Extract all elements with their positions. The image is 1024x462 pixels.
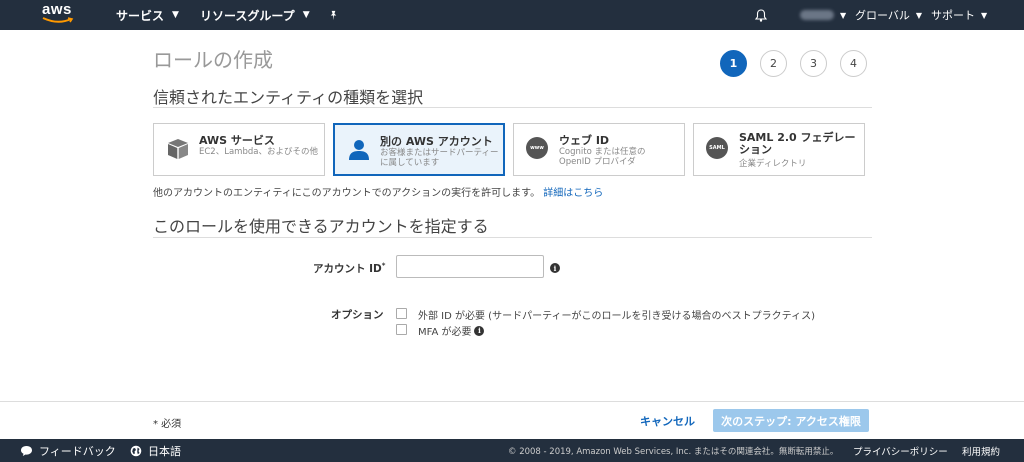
cancel-button[interactable]: キャンセル — [640, 413, 695, 429]
learn-more-link[interactable]: 詳細はこちら — [543, 188, 603, 199]
card-title: 別の AWS アカウント — [380, 135, 493, 148]
aws-smile-icon — [42, 17, 74, 23]
region-menu[interactable]: グローバル ▼ — [855, 0, 922, 30]
footer: フィードバック 日本語 © 2008 - 2019, Amazon Web Se… — [0, 439, 1024, 462]
helper-text: 他のアカウントのエンティティにこのアカウントでのアクションの実行を許可します。 … — [153, 184, 603, 199]
services-menu[interactable]: サービス ▼ — [116, 0, 179, 30]
divider — [153, 237, 872, 238]
feedback-label: フィードバック — [39, 444, 116, 458]
chevron-down-icon: ▼ — [172, 10, 179, 20]
require-external-id-checkbox[interactable] — [396, 308, 407, 319]
bell-icon — [755, 8, 767, 22]
card-title: AWS サービス — [199, 134, 275, 147]
require-mfa-checkbox[interactable] — [396, 324, 407, 335]
account-name-redacted — [800, 10, 834, 20]
globe-icon — [130, 445, 142, 456]
require-mfa-label: MFA が必要 i — [418, 323, 485, 338]
chevron-down-icon: ▼ — [840, 10, 847, 20]
entity-type-cards: AWS サービス EC2、Lambda、およびその他 別の AWS アカウント … — [153, 123, 865, 176]
card-description: EC2、Lambda、およびその他 — [199, 147, 318, 157]
require-mfa-text: MFA が必要 — [418, 327, 472, 338]
notifications-button[interactable] — [755, 0, 767, 30]
step-2[interactable]: 2 — [760, 50, 787, 77]
resource-groups-label: リソースグループ — [200, 8, 295, 23]
privacy-policy-link[interactable]: プライバシーポリシー — [853, 439, 948, 462]
helper-description: 他のアカウントのエンティティにこのアカウントでのアクションの実行を許可します。 — [153, 188, 541, 199]
region-label: グローバル — [855, 9, 910, 22]
next-permissions-button[interactable]: 次のステップ: アクセス権限 — [713, 409, 869, 432]
account-menu[interactable]: ▼ — [800, 0, 846, 30]
account-id-input[interactable] — [396, 255, 544, 278]
card-web-identity[interactable]: www ウェブ ID Cognito または任意の OpenID プロバイダ — [513, 123, 685, 176]
card-description: 企業ディレクトリ — [739, 159, 807, 169]
copyright-text: © 2008 - 2019, Amazon Web Services, Inc.… — [508, 446, 839, 457]
step-1[interactable]: 1 — [720, 50, 747, 77]
page-title: ロールの作成 — [153, 48, 273, 72]
required-mark: * — [381, 261, 386, 270]
resource-groups-menu[interactable]: リソースグループ ▼ — [200, 0, 310, 30]
card-another-aws-account[interactable]: 別の AWS アカウント お客様またはサードパーティーに属しています — [333, 123, 505, 176]
card-saml-federation[interactable]: SAML SAML 2.0 フェデレーション 企業ディレクトリ — [693, 123, 865, 176]
divider — [153, 107, 872, 108]
web-id-icon: www — [526, 137, 548, 159]
top-navigation-bar: aws サービス ▼ リソースグループ ▼ ▼ グローバル ▼ サポート ▼ — [0, 0, 1024, 30]
user-icon — [349, 140, 369, 160]
card-aws-service[interactable]: AWS サービス EC2、Lambda、およびその他 — [153, 123, 325, 176]
feedback-button[interactable]: フィードバック — [20, 439, 116, 462]
info-icon[interactable]: i — [474, 325, 485, 336]
require-external-id-label: 外部 ID が必要 (サードパーティーがこのロールを引き受ける場合のベストプラク… — [418, 307, 815, 322]
required-note: * 必須 — [153, 419, 182, 430]
account-id-label: アカウント ID* — [313, 261, 385, 276]
card-description: お客様またはサードパーティーに属しています — [380, 148, 499, 168]
language-selector[interactable]: 日本語 — [130, 439, 181, 462]
chevron-down-icon: ▼ — [981, 10, 988, 20]
aws-logo-text: aws — [42, 1, 72, 18]
step-4[interactable]: 4 — [840, 50, 867, 77]
wizard-steps: 1 2 3 4 — [720, 50, 867, 77]
pin-icon — [330, 10, 337, 20]
step-3[interactable]: 3 — [800, 50, 827, 77]
require-external-id-text: 外部 ID が必要 (サードパーティーがこのロールを引き受ける場合のベストプラク… — [418, 311, 815, 322]
card-title: ウェブ ID — [559, 134, 610, 147]
pin-button[interactable] — [328, 0, 339, 30]
box-icon — [168, 139, 188, 159]
language-label: 日本語 — [148, 444, 181, 458]
options-label: オプション — [331, 309, 384, 321]
terms-of-use-link[interactable]: 利用規約 — [962, 439, 1000, 462]
info-icon[interactable]: i — [550, 263, 560, 273]
speech-bubble-icon — [21, 445, 32, 456]
card-description: Cognito または任意の OpenID プロバイダ — [559, 147, 646, 167]
aws-logo[interactable]: aws — [42, 2, 78, 28]
section-title-specify-account: このロールを使用できるアカウントを指定する — [153, 217, 489, 236]
services-label: サービス — [116, 8, 165, 23]
card-title: SAML 2.0 フェデレーション — [739, 131, 856, 156]
section-title-entity-type: 信頼されたエンティティの種類を選択 — [153, 88, 424, 107]
chevron-down-icon: ▼ — [302, 10, 310, 20]
chevron-down-icon: ▼ — [915, 10, 923, 20]
support-label: サポート — [931, 9, 975, 22]
saml-icon: SAML — [706, 137, 728, 159]
support-menu[interactable]: サポート ▼ — [931, 0, 987, 30]
account-id-label-text: アカウント ID — [313, 263, 382, 275]
